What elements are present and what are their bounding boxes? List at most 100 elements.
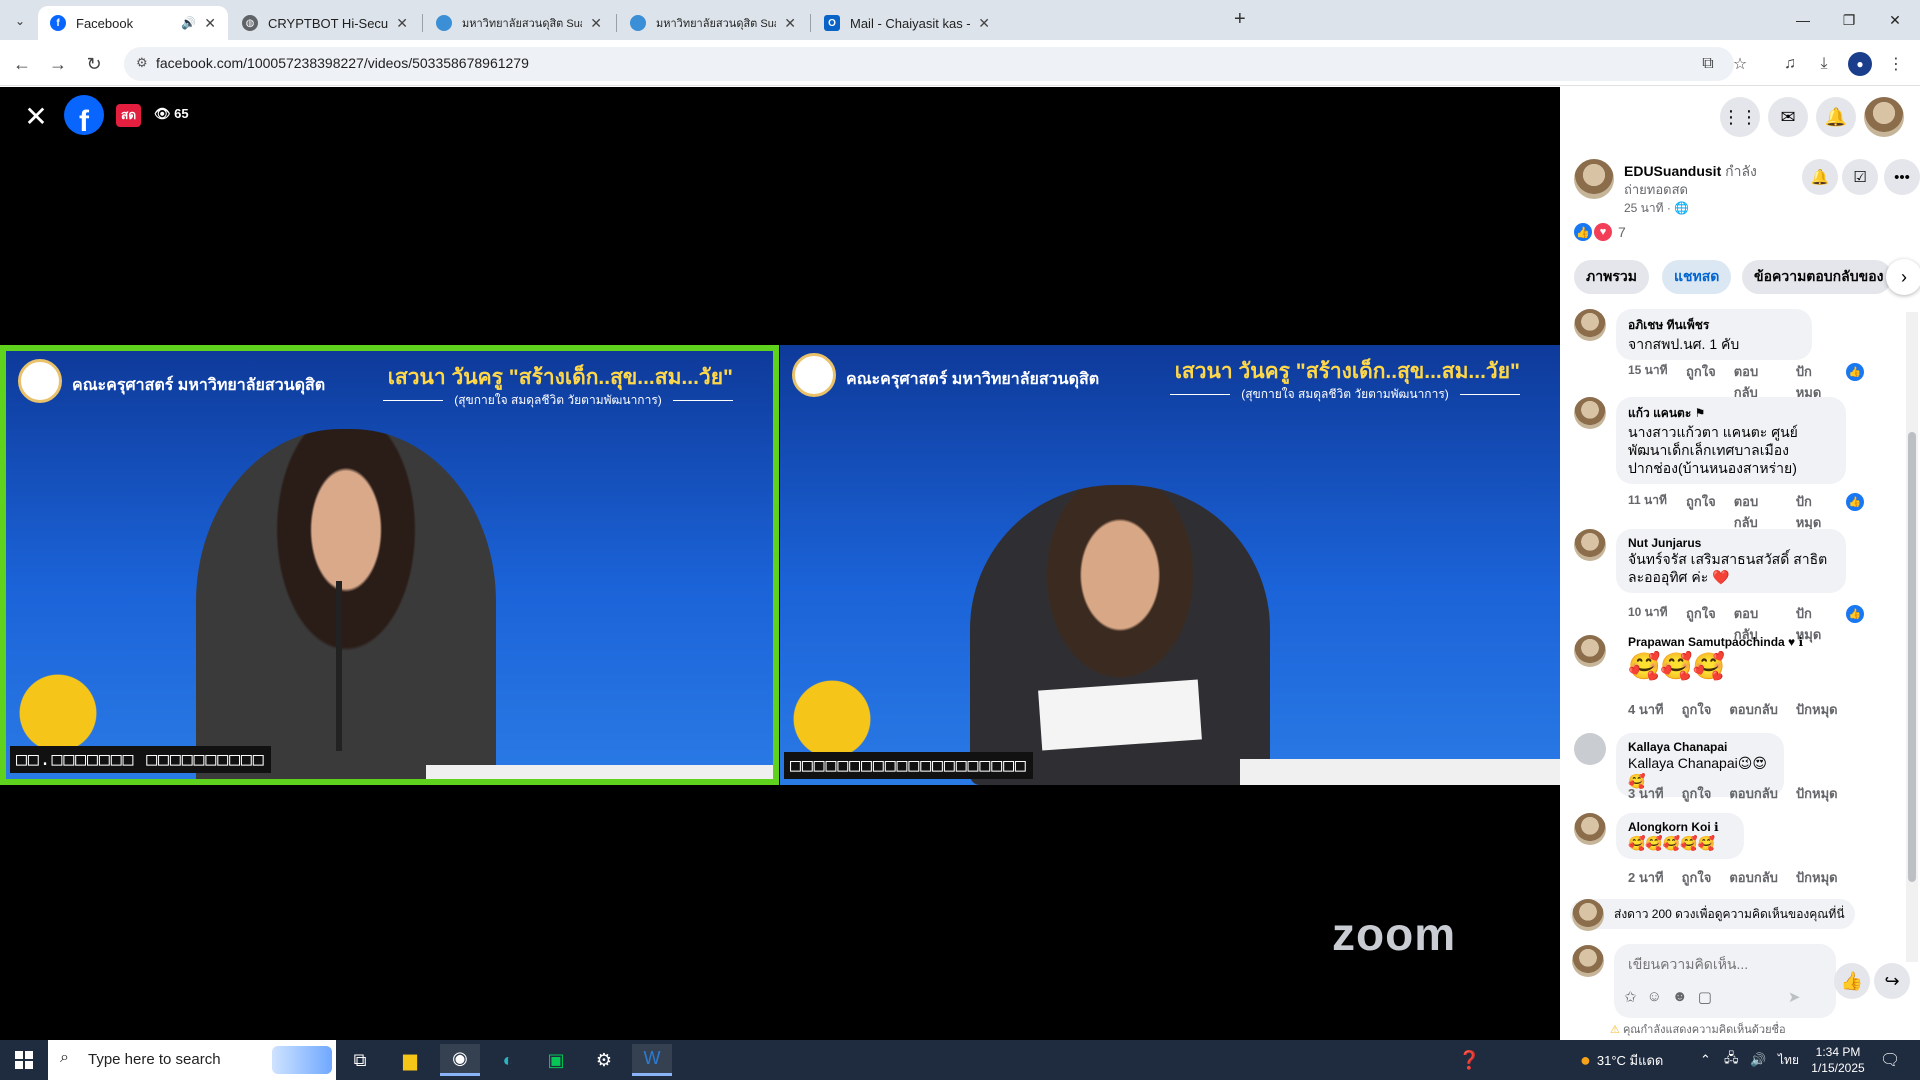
tab-live-chat[interactable]: แชทสด [1662, 260, 1732, 294]
like-button[interactable]: ถูกใจ [1682, 699, 1712, 720]
back-button[interactable]: ← [8, 50, 36, 78]
like-button[interactable]: ถูกใจ [1682, 867, 1712, 888]
commenter-avatar[interactable] [1574, 733, 1606, 765]
close-icon[interactable]: ✕ [22, 103, 50, 131]
like-button[interactable]: ถูกใจ [1686, 491, 1716, 533]
tab-suandusit-1[interactable]: มหาวิทยาลัยสวนดุสิต Suan Dusit U ✕ [424, 6, 614, 40]
settings-gear-icon[interactable]: ⚙ [584, 1044, 624, 1076]
reply-button[interactable]: ตอบกลับ [1734, 491, 1778, 533]
like-button[interactable]: 👍 [1834, 963, 1870, 999]
commenter-name[interactable]: อภิเชษ ทีนเพ็ชร [1628, 316, 1800, 335]
restore-button[interactable]: ❐ [1826, 8, 1872, 32]
tab-suandusit-2[interactable]: มหาวิทยาลัยสวนดุสิต Suan Dusit U ✕ [618, 6, 808, 40]
save-icon[interactable]: ☑ [1842, 159, 1878, 195]
tab-overview[interactable]: ภาพรวม [1574, 260, 1649, 294]
commenter-avatar[interactable] [1574, 309, 1606, 341]
notifications-bell-icon[interactable]: 🔔 [1816, 97, 1856, 137]
line-app-icon[interactable]: ▣ [536, 1044, 576, 1076]
task-view-icon[interactable]: ⧉ [340, 1044, 380, 1076]
close-tab-icon[interactable]: ✕ [204, 15, 216, 32]
chevron-right-icon[interactable]: › [1886, 259, 1920, 295]
messenger-icon[interactable]: ✉ [1768, 97, 1808, 137]
download-icon[interactable]: ⤓ [1812, 52, 1836, 76]
scrollbar-thumb[interactable] [1908, 432, 1916, 882]
chat-scrollbar[interactable] [1906, 312, 1918, 962]
tab-outlook[interactable]: O Mail - Chaiyasit kas - Outlook ✕ [812, 6, 1002, 40]
commenter-avatar[interactable] [1574, 635, 1606, 667]
close-tab-icon[interactable]: ✕ [590, 15, 602, 32]
chrome-icon[interactable]: ◉ [440, 1044, 480, 1076]
tab-facebook[interactable]: f Facebook 🔊 ✕ [38, 6, 228, 40]
profile-avatar[interactable]: ● [1848, 52, 1872, 76]
address-bar[interactable]: ⚙ facebook.com/100057238398227/videos/50… [124, 47, 1734, 81]
avatar-sticker-icon[interactable]: ☺ [1647, 988, 1662, 1006]
forward-button[interactable]: → [44, 50, 72, 78]
commenter-avatar[interactable] [1574, 813, 1606, 845]
reply-button[interactable]: ตอบกลับ [1729, 699, 1778, 720]
bookmark-star-icon[interactable]: ☆ [1728, 52, 1752, 76]
like-button[interactable]: ถูกใจ [1682, 783, 1712, 804]
share-icon[interactable]: ↪ [1874, 963, 1910, 999]
install-app-icon[interactable]: ⧉ [1696, 52, 1720, 76]
live-video-player[interactable]: ✕ f สด 👁 65 คณะครุศาสตร์ มหาวิทยาลัยสวนด… [0, 87, 1560, 1040]
chevron-up-icon[interactable]: ⌃ [1700, 1040, 1711, 1080]
more-options-icon[interactable]: ••• [1884, 159, 1920, 195]
taskbar-search[interactable]: ⌕ Type here to search [48, 1040, 336, 1080]
clock[interactable]: 1:34 PM 1/15/2025 [1808, 1040, 1868, 1080]
commenter-name[interactable]: แก้ว แคนตะ ⚑ [1628, 404, 1834, 423]
tab-cryptbot[interactable]: ◍ CRYPTBOT Hi-Secure e-Office ✕ [230, 6, 420, 40]
speaker-icon[interactable]: 🔊 [181, 16, 196, 30]
account-avatar[interactable] [1864, 97, 1904, 137]
tab-search-dropdown[interactable]: ⌄ [8, 10, 32, 32]
send-stars-prompt[interactable]: ส่งดาว 200 ดวงเพื่อดูความคิดเห็นของคุณที… [1570, 899, 1855, 929]
pin-button[interactable]: ปักหมุด [1796, 491, 1832, 533]
reload-button[interactable]: ↻ [80, 50, 108, 78]
star-icon[interactable]: ✩ [1624, 988, 1637, 1006]
comment-time[interactable]: 4 นาที [1628, 699, 1664, 720]
volume-icon[interactable]: 🔊 [1750, 1040, 1766, 1080]
commenter-avatar[interactable] [1574, 397, 1606, 429]
file-explorer-icon[interactable]: ▆ [390, 1044, 430, 1076]
close-tab-icon[interactable]: ✕ [978, 15, 990, 32]
comment-time[interactable]: 3 นาที [1628, 783, 1664, 804]
close-tab-icon[interactable]: ✕ [396, 15, 408, 32]
comment-time[interactable]: 2 นาที [1628, 867, 1664, 888]
weather-widget[interactable]: ● 31°C มีแดด [1580, 1040, 1663, 1080]
reply-button[interactable]: ตอบกลับ [1729, 867, 1778, 888]
menu-grid-icon[interactable]: ⋮⋮ [1720, 97, 1760, 137]
pin-button[interactable]: ปักหมุด [1796, 867, 1838, 888]
site-info-icon[interactable]: ⚙ [136, 55, 148, 71]
new-tab-button[interactable]: + [1234, 8, 1246, 31]
network-icon[interactable]: 🖧 [1724, 1040, 1739, 1080]
emoji-icon[interactable]: ☻ [1672, 988, 1688, 1006]
commenter-avatar[interactable] [1574, 529, 1606, 561]
minimize-button[interactable]: — [1780, 8, 1826, 32]
reply-button[interactable]: ตอบกลับ [1729, 783, 1778, 804]
edge-icon[interactable]: ◐ [488, 1044, 528, 1076]
sticker-icon[interactable]: ▢ [1698, 988, 1712, 1006]
close-tab-icon[interactable]: ✕ [784, 15, 796, 32]
facebook-logo[interactable]: f [64, 95, 104, 135]
follow-bell-icon[interactable]: 🔔 [1802, 159, 1838, 195]
send-icon[interactable]: ➤ [1788, 988, 1801, 1006]
browser-menu-icon[interactable]: ⋮ [1884, 52, 1908, 76]
close-window-button[interactable]: ✕ [1872, 8, 1918, 32]
help-icon[interactable]: ❓ [1458, 1040, 1480, 1080]
commenter-name[interactable]: Nut Junjarus [1628, 536, 1834, 550]
start-button[interactable] [0, 1040, 48, 1080]
notification-center-icon[interactable]: 🗨 [1880, 1040, 1900, 1080]
page-avatar[interactable] [1574, 159, 1614, 199]
word-icon[interactable]: W [632, 1044, 672, 1076]
comment-composer[interactable]: ✩ ☺ ☻ ▢ ➤ [1614, 944, 1836, 1018]
comment-input[interactable] [1628, 956, 1818, 972]
media-control-icon[interactable]: ♫ [1778, 52, 1802, 76]
reaction-summary[interactable]: 👍 ♥ 7 [1574, 223, 1626, 241]
commenter-name[interactable]: Kallaya Chanapai [1628, 740, 1772, 754]
pin-button[interactable]: ปักหมุด [1796, 783, 1838, 804]
self-avatar[interactable] [1572, 945, 1604, 977]
commenter-name[interactable]: Prapawan Samutpaochinda ♥ ℹ [1628, 635, 1803, 649]
pin-button[interactable]: ปักหมุด [1796, 699, 1838, 720]
tab-replies[interactable]: ข้อความตอบกลับของ [1742, 260, 1892, 294]
language-indicator[interactable]: ไทย [1778, 1040, 1799, 1080]
commenter-name[interactable]: Alongkorn Koi ℹ [1628, 820, 1732, 834]
